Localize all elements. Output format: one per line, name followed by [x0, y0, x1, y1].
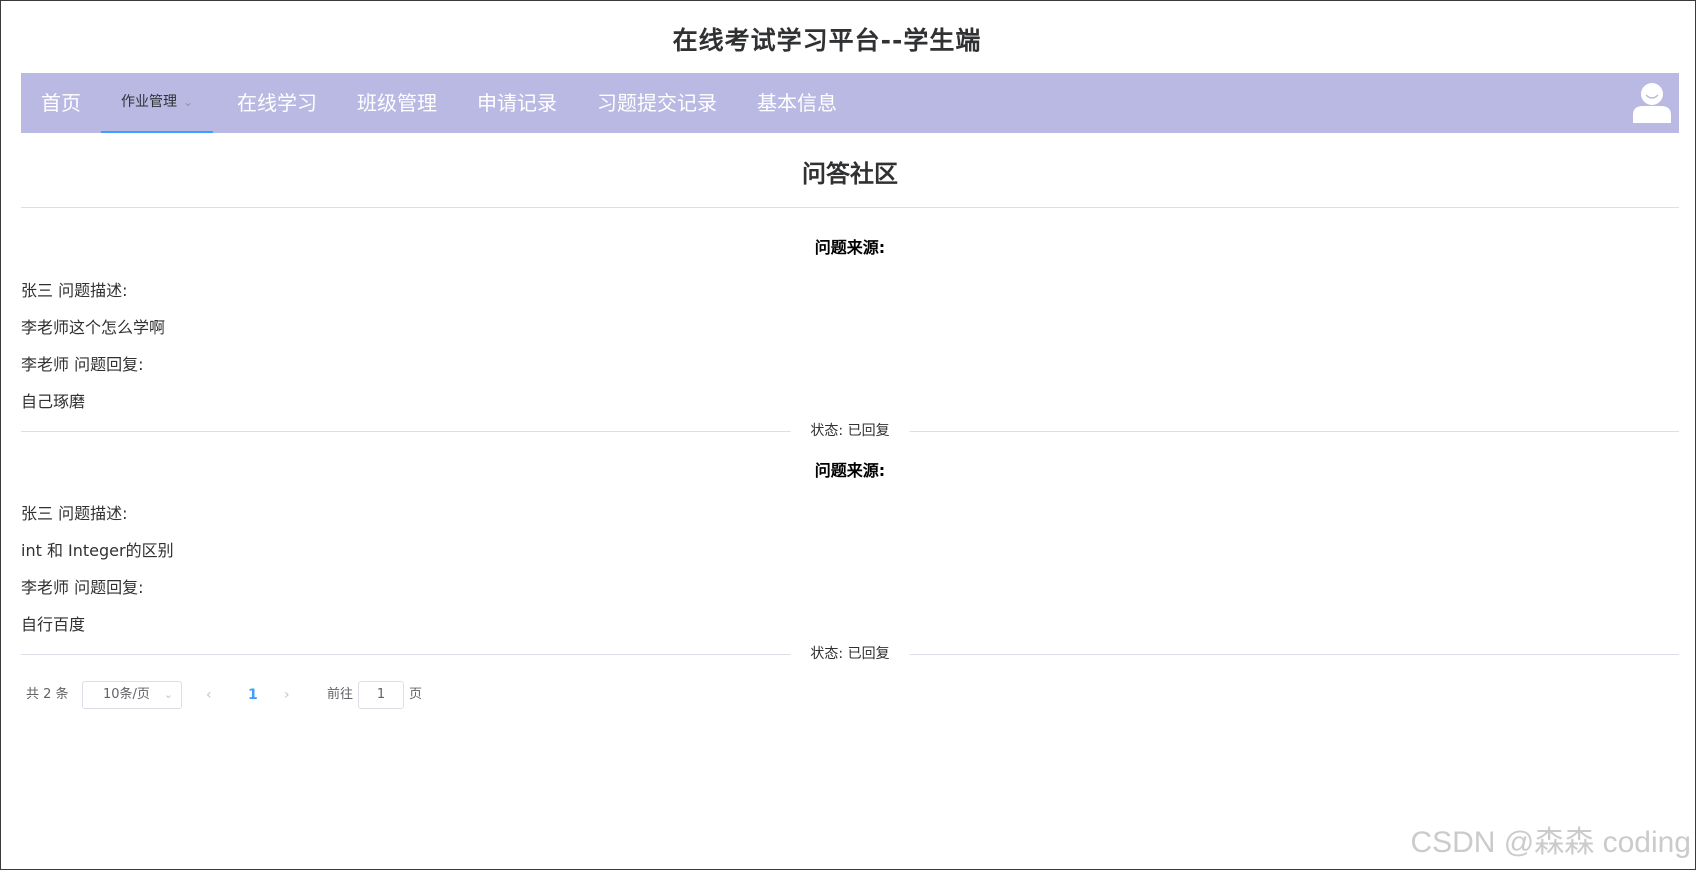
- nav-item-basic-info[interactable]: 基本信息: [757, 73, 837, 133]
- title-divider: [21, 207, 1679, 208]
- page-size-select[interactable]: 10条/页 ⌄: [82, 681, 182, 709]
- question-asker: 张三 问题描述:: [21, 504, 128, 523]
- goto-label: 前往: [327, 687, 354, 702]
- next-page-button[interactable]: ›: [284, 681, 290, 709]
- pagination-total: 共 2 条: [26, 687, 69, 702]
- nav-item-homework-label: 作业管理: [121, 94, 177, 110]
- page-size-value: 10条/页: [103, 687, 150, 702]
- status-text: 状态: 已回复: [790, 644, 910, 664]
- goto-page-input[interactable]: [358, 681, 404, 709]
- chevron-down-icon: ⌄: [163, 688, 173, 701]
- reply-author: 李老师 问题回复:: [21, 355, 144, 374]
- reply-text: 自己琢磨: [21, 392, 86, 411]
- question-text: 李老师这个怎么学啊: [21, 318, 166, 337]
- page-suffix-label: 页: [409, 687, 423, 702]
- app-window: 在线考试学习平台--学生端 首页 作业管理 ⌄ 在线学习 班级管理 申请记录 习题…: [0, 0, 1696, 870]
- nav-item-online-learning[interactable]: 在线学习: [237, 73, 317, 133]
- app-title: 在线考试学习平台--学生端: [672, 26, 982, 55]
- nav-item-application-records[interactable]: 申请记录: [477, 73, 557, 133]
- chevron-down-icon: ⌄: [183, 95, 194, 109]
- status-text: 状态: 已回复: [790, 421, 910, 441]
- nav-item-submission-records[interactable]: 习题提交记录: [597, 73, 717, 133]
- reply-text: 自行百度: [21, 615, 86, 634]
- nav-item-home[interactable]: 首页: [41, 73, 81, 133]
- user-avatar-icon[interactable]: [1631, 81, 1673, 123]
- question-asker: 张三 问题描述:: [21, 281, 128, 300]
- nav-item-homework[interactable]: 作业管理 ⌄: [101, 73, 214, 133]
- status-divider: 状态: 已回复: [21, 644, 1679, 664]
- question-source-label: 问题来源:: [814, 461, 886, 480]
- status-divider: 状态: 已回复: [21, 421, 1679, 441]
- nav-item-class-management[interactable]: 班级管理: [357, 73, 437, 133]
- question-text: int 和 Integer的区别: [21, 541, 174, 560]
- page-number-1[interactable]: 1: [248, 681, 258, 709]
- prev-page-button[interactable]: ‹: [206, 681, 212, 709]
- watermark: CSDN @森森 coding: [1410, 826, 1691, 859]
- question-source-label: 问题来源:: [814, 238, 886, 257]
- top-nav-bar: 首页 作业管理 ⌄ 在线学习 班级管理 申请记录 习题提交记录 基本信息: [21, 73, 1679, 133]
- reply-author: 李老师 问题回复:: [21, 578, 144, 597]
- page-title: 问答社区: [802, 160, 898, 188]
